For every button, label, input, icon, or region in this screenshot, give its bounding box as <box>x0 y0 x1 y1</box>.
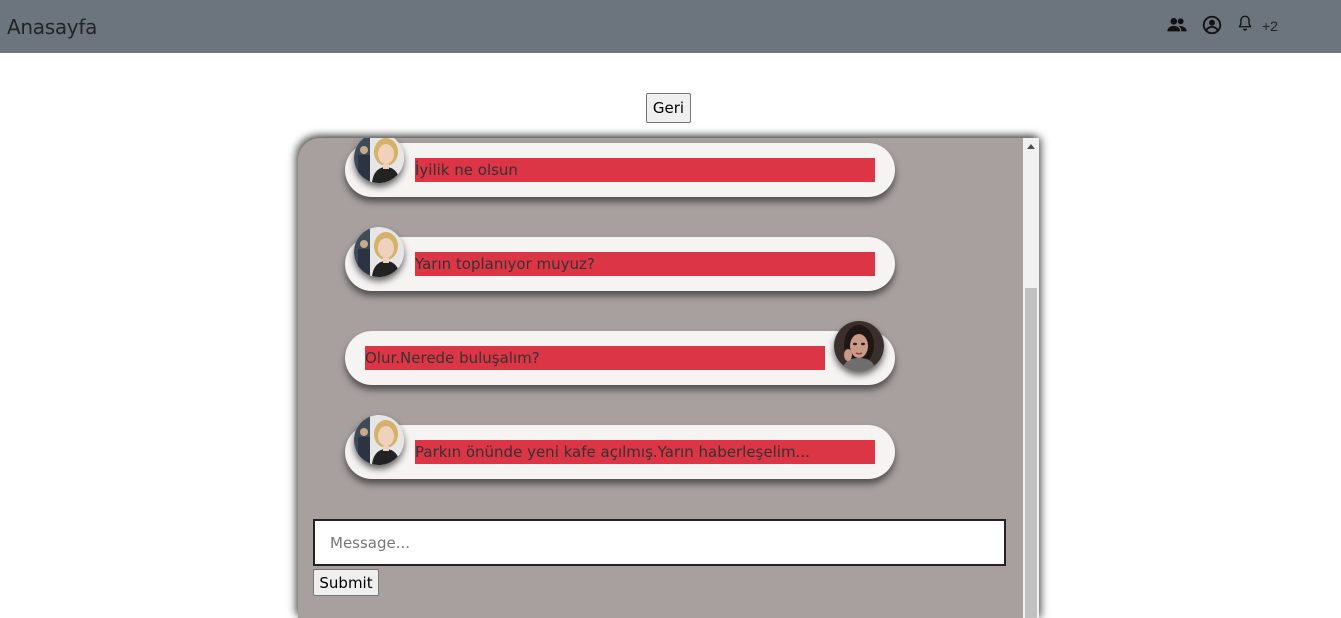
message-bubble: Yarın toplanıyor muyuz? <box>345 227 895 291</box>
message-input[interactable] <box>313 519 1006 566</box>
woman-blonde-avatar <box>354 227 404 277</box>
people-icon[interactable] <box>1166 14 1188 36</box>
woman-blonde-avatar <box>354 138 404 183</box>
top-navbar: Anasayfa +2 <box>0 0 1341 53</box>
message-text: Yarın toplanıyor muyuz? <box>415 252 875 276</box>
message-bubble: Parkın önünde yeni kafe açılmış.Yarın ha… <box>345 415 895 479</box>
notification-count-badge: +2 <box>1262 18 1278 34</box>
message-text: Parkın önünde yeni kafe açılmış.Yarın ha… <box>415 440 875 464</box>
message-text: Olur.Nerede buluşalım? <box>365 346 825 370</box>
message-bubble: İyilik ne olsun <box>345 138 895 197</box>
bell-icon[interactable] <box>1236 13 1254 33</box>
message-text: İyilik ne olsun <box>415 158 875 182</box>
message-bubble: Olur.Nerede buluşalım? <box>345 321 895 385</box>
submit-button[interactable]: Submit <box>313 569 379 596</box>
user-circle-icon[interactable] <box>1201 14 1223 36</box>
scroll-up-arrow-icon[interactable] <box>1027 144 1035 149</box>
back-button[interactable]: Geri <box>646 93 691 123</box>
woman-dark-hair-avatar <box>834 321 884 371</box>
scroll-thumb[interactable] <box>1025 288 1037 618</box>
woman-blonde-avatar <box>354 415 404 465</box>
chat-scrollbar[interactable] <box>1023 138 1039 618</box>
chat-panel: İyilik ne olsun Yarın toplanıyor muyuz? … <box>298 138 1039 618</box>
brand-link[interactable]: Anasayfa <box>7 15 97 39</box>
